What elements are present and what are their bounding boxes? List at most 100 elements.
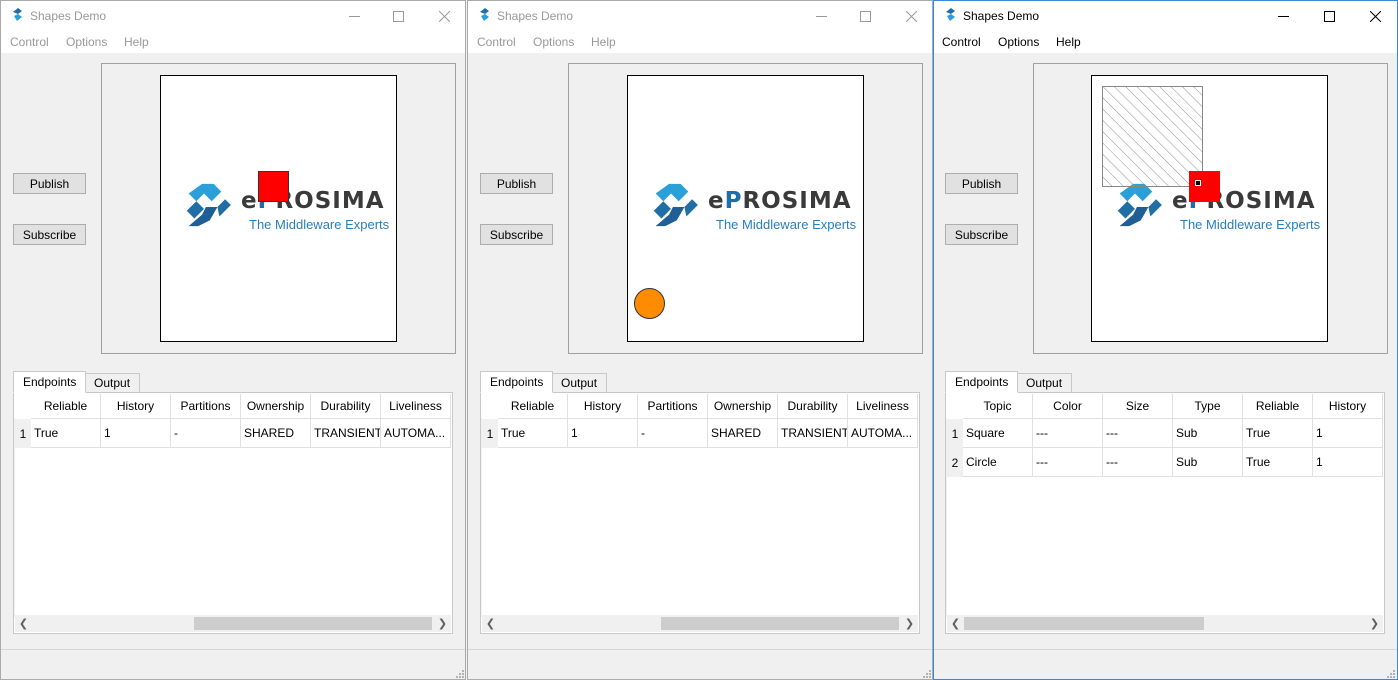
subscribe-button[interactable]: Subscribe [480, 224, 553, 245]
tab-output[interactable]: Output [84, 373, 141, 393]
subscribe-button[interactable]: Subscribe [945, 224, 1018, 245]
table-cell[interactable]: True [31, 419, 101, 448]
resize-grip-icon[interactable] [455, 669, 465, 679]
scroll-left-arrow-icon[interactable]: ❮ [15, 615, 32, 632]
shapes-canvas[interactable]: ePROSIMA The Middleware Experts [627, 75, 864, 342]
tab-endpoints[interactable]: Endpoints [480, 371, 554, 393]
tab-endpoints[interactable]: Endpoints [945, 371, 1019, 393]
maximize-button[interactable] [842, 1, 888, 31]
maximize-button[interactable] [1306, 1, 1352, 31]
scrollbar-thumb[interactable] [194, 617, 432, 630]
menu-options[interactable]: Options [533, 35, 574, 49]
column-header[interactable]: History [568, 394, 638, 419]
column-header[interactable]: Ownership [708, 394, 778, 419]
title-bar[interactable]: Shapes Demo [1, 1, 465, 31]
title-bar[interactable]: Shapes Demo [934, 1, 1397, 31]
scroll-left-arrow-icon[interactable]: ❮ [482, 615, 499, 632]
table-row[interactable]: 1 Square --- --- Sub True 1 [947, 419, 1383, 448]
column-header[interactable]: Size [1103, 394, 1173, 419]
shapes-canvas[interactable]: ePROSIMA The Middleware Experts [160, 75, 397, 342]
column-header[interactable]: Partitions [171, 394, 241, 419]
table-cell[interactable]: True [498, 419, 568, 448]
minimize-button[interactable] [798, 1, 844, 31]
content-filter-area[interactable] [1102, 86, 1203, 187]
table-cell[interactable]: --- [1103, 448, 1173, 477]
table-cell[interactable]: Sub [1173, 448, 1243, 477]
menu-options[interactable]: Options [998, 35, 1039, 49]
table-cell[interactable]: SHARED [708, 419, 778, 448]
column-header[interactable]: History [1313, 394, 1383, 419]
column-header[interactable]: Color [1033, 394, 1103, 419]
table-cell[interactable]: TRANSIENT [778, 419, 848, 448]
column-header[interactable]: Liveliness [848, 394, 918, 419]
close-button[interactable] [421, 1, 465, 31]
close-button[interactable] [888, 1, 932, 31]
column-header[interactable]: History [101, 394, 171, 419]
table-row[interactable]: 2 Circle --- --- Sub True 1 [947, 448, 1383, 477]
column-header[interactable]: Reliable [498, 394, 568, 419]
horizontal-scrollbar[interactable]: ❮ ❯ [482, 615, 918, 632]
publish-button[interactable]: Publish [13, 173, 86, 194]
publish-button[interactable]: Publish [480, 173, 553, 194]
scroll-right-arrow-icon[interactable]: ❯ [1366, 615, 1383, 632]
minimize-button[interactable] [331, 1, 377, 31]
table-cell[interactable]: --- [1033, 419, 1103, 448]
tab-endpoints[interactable]: Endpoints [13, 371, 87, 393]
table-cell[interactable]: AUTOMA... [381, 419, 451, 448]
table-row[interactable]: 1 True 1 - SHARED TRANSIENT AUTOMA... [482, 419, 918, 448]
table-cell[interactable]: - [171, 419, 241, 448]
tab-output[interactable]: Output [1016, 373, 1073, 393]
subscribe-button[interactable]: Subscribe [13, 224, 86, 245]
table-cell[interactable]: --- [1033, 448, 1103, 477]
menu-control[interactable]: Control [942, 35, 981, 49]
table-cell[interactable]: 1 [1313, 448, 1383, 477]
table-cell[interactable]: TRANSIENT [311, 419, 381, 448]
table-cell[interactable]: 1 [568, 419, 638, 448]
title-bar[interactable]: Shapes Demo [468, 1, 932, 31]
column-header[interactable]: Durability [778, 394, 848, 419]
column-header[interactable]: Reliable [1243, 394, 1313, 419]
table-cell[interactable]: True [1243, 448, 1313, 477]
resize-grip-icon[interactable] [1386, 669, 1396, 679]
scroll-right-arrow-icon[interactable]: ❯ [901, 615, 918, 632]
scrollbar-thumb[interactable] [964, 617, 1204, 630]
shapes-canvas[interactable]: ePROSIMA The Middleware Experts [1091, 75, 1328, 342]
close-button[interactable] [1352, 1, 1397, 31]
table-cell[interactable]: SHARED [241, 419, 311, 448]
table-cell[interactable]: AUTOMA... [848, 419, 918, 448]
table-cell[interactable]: 1 [101, 419, 171, 448]
menu-control[interactable]: Control [10, 35, 49, 49]
menu-control[interactable]: Control [477, 35, 516, 49]
column-header[interactable]: Partitions [638, 394, 708, 419]
tab-output[interactable]: Output [551, 373, 608, 393]
table-cell[interactable]: - [638, 419, 708, 448]
column-header[interactable]: Ownership [241, 394, 311, 419]
horizontal-scrollbar[interactable]: ❮ ❯ [947, 615, 1383, 632]
table-cell[interactable]: --- [1103, 419, 1173, 448]
minimize-button[interactable] [1260, 1, 1306, 31]
maximize-button[interactable] [375, 1, 421, 31]
column-header[interactable]: Durability [311, 394, 381, 419]
table-cell[interactable]: 1 [1313, 419, 1383, 448]
table-cell[interactable]: Square [963, 419, 1033, 448]
table-cell[interactable]: Circle [963, 448, 1033, 477]
column-header[interactable]: Topic [963, 394, 1033, 419]
publish-button[interactable]: Publish [945, 173, 1018, 194]
menu-help[interactable]: Help [1056, 35, 1081, 49]
wordmark-prefix: e [241, 188, 258, 214]
scroll-right-arrow-icon[interactable]: ❯ [434, 615, 451, 632]
menu-help[interactable]: Help [124, 35, 149, 49]
menu-options[interactable]: Options [66, 35, 107, 49]
horizontal-scrollbar[interactable]: ❮ ❯ [15, 615, 451, 632]
resize-grip-icon[interactable] [922, 669, 932, 679]
scroll-left-arrow-icon[interactable]: ❮ [947, 615, 964, 632]
table-row[interactable]: 1 True 1 - SHARED TRANSIENT AUTOMA... [15, 419, 451, 448]
table-cell[interactable]: True [1243, 419, 1313, 448]
scrollbar-thumb[interactable] [661, 617, 899, 630]
menu-help[interactable]: Help [591, 35, 616, 49]
column-header[interactable]: Type [1173, 394, 1243, 419]
filter-resize-handle[interactable] [1195, 180, 1201, 186]
table-cell[interactable]: Sub [1173, 419, 1243, 448]
column-header[interactable]: Liveliness [381, 394, 451, 419]
column-header[interactable]: Reliable [31, 394, 101, 419]
